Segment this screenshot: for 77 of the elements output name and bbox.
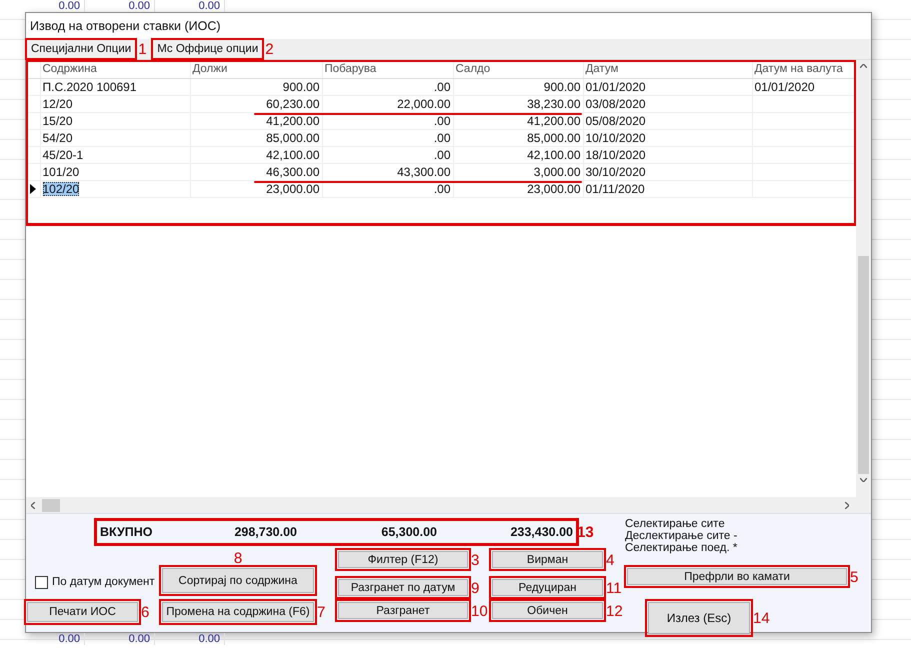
annotation-number: 9 <box>471 580 480 596</box>
shortcut-hint: Деслектирање сите - <box>625 530 738 542</box>
table-cell: 12/20 <box>42 96 73 110</box>
annotation-number: 10 <box>471 603 488 620</box>
column-header[interactable]: Датум на валута <box>752 61 855 78</box>
table-cell: 3,000.00 <box>534 164 580 178</box>
column-header[interactable]: Побарува <box>322 61 453 78</box>
annotation-number: 7 <box>317 604 326 621</box>
annotation-number: 3 <box>471 552 480 568</box>
table-cell: 60,230.00 <box>266 96 320 110</box>
horizontal-scrollbar[interactable] <box>26 497 871 513</box>
table-cell: .00 <box>434 130 450 144</box>
table-cell: 01/11/2020 <box>586 182 645 196</box>
table-cell: 05/08/2020 <box>586 114 646 128</box>
table-cell: 38,230.00 <box>527 96 580 110</box>
table-cell: П.С.2020 100691 <box>42 80 137 94</box>
table-cell: 42,100.00 <box>527 148 580 162</box>
table-cell: 45/20-1 <box>42 148 84 162</box>
totals-value: 233,430.00 <box>509 525 573 539</box>
sheet-cell: 0.00 <box>155 633 225 645</box>
table-cell: 01/01/2020 <box>586 80 646 94</box>
table-cell: 85,000.00 <box>266 130 320 144</box>
scroll-up-icon[interactable] <box>860 64 867 68</box>
table-cell: 23,000.00 <box>266 182 320 196</box>
window-title: Извод на отворени ставки (ИОС) <box>30 19 221 33</box>
table-cell: 43,300.00 <box>397 164 450 178</box>
scrollbar-thumb[interactable] <box>858 256 869 474</box>
table-cell: 03/08/2020 <box>586 96 646 110</box>
table-cell: .00 <box>434 80 450 94</box>
annotation-number: 5 <box>850 569 858 586</box>
table-cell: 23,000.00 <box>527 182 580 196</box>
column-header[interactable]: Содржина <box>40 61 190 78</box>
totals-value: 65,300.00 <box>380 525 437 539</box>
scroll-left-icon[interactable] <box>31 502 35 508</box>
shortcut-hint: Селектирање поед. * <box>625 542 738 554</box>
table-cell: 101/20 <box>42 164 80 178</box>
sheet-cell: 0.00 <box>85 633 155 645</box>
checkbox[interactable] <box>35 576 48 588</box>
table-cell: 46,300.00 <box>266 164 320 178</box>
table-cell: .00 <box>434 148 450 162</box>
sheet-cell: 0.00 <box>15 633 85 645</box>
table-cell: 01/01/2020 <box>754 80 815 94</box>
table-cell: 41,200.00 <box>527 114 580 128</box>
annotation-number: 6 <box>141 604 150 621</box>
annotation-number: 12 <box>606 603 623 620</box>
column-header[interactable]: Должи <box>190 61 322 78</box>
table-cell: 18/10/2020 <box>586 148 646 162</box>
table-cell: 54/20 <box>42 130 73 144</box>
table-cell: 22,000.00 <box>397 96 450 110</box>
checkbox-text: По датум документ <box>52 576 155 588</box>
shortcut-hint: Селектирање сите <box>625 518 726 530</box>
scroll-right-icon[interactable] <box>845 502 849 508</box>
annotation-number: 11 <box>606 580 622 596</box>
scrollbar-thumb[interactable] <box>42 498 60 512</box>
table-cell: 41,200.00 <box>266 114 320 128</box>
annotation-number: 2 <box>265 42 274 58</box>
annotation-number: 14 <box>753 610 770 627</box>
annotation-number: 13 <box>577 524 594 541</box>
table-cell: 15/20 <box>42 114 73 128</box>
annotation-number: 1 <box>138 42 147 58</box>
table-cell: 102/20 <box>42 182 80 196</box>
table-cell: 85,000.00 <box>527 130 580 144</box>
column-header[interactable]: Салдо <box>453 61 583 78</box>
table-cell: 900.00 <box>544 80 580 94</box>
scroll-down-icon[interactable] <box>860 478 867 482</box>
table-cell: 10/10/2020 <box>586 130 646 144</box>
table-cell: .00 <box>434 182 450 196</box>
column-header[interactable]: Датум <box>583 61 752 78</box>
table-cell: 900.00 <box>282 80 320 94</box>
table-cell: 42,100.00 <box>266 148 320 162</box>
vertical-scrollbar[interactable] <box>856 60 871 497</box>
totals-value: 298,730.00 <box>233 525 297 539</box>
table-cell: .00 <box>434 114 450 128</box>
annotation-number: 8 <box>234 551 242 567</box>
totals-label: ВКУПНО <box>100 525 154 539</box>
annotation-number: 4 <box>606 552 614 568</box>
table-cell: 30/10/2020 <box>586 164 646 178</box>
